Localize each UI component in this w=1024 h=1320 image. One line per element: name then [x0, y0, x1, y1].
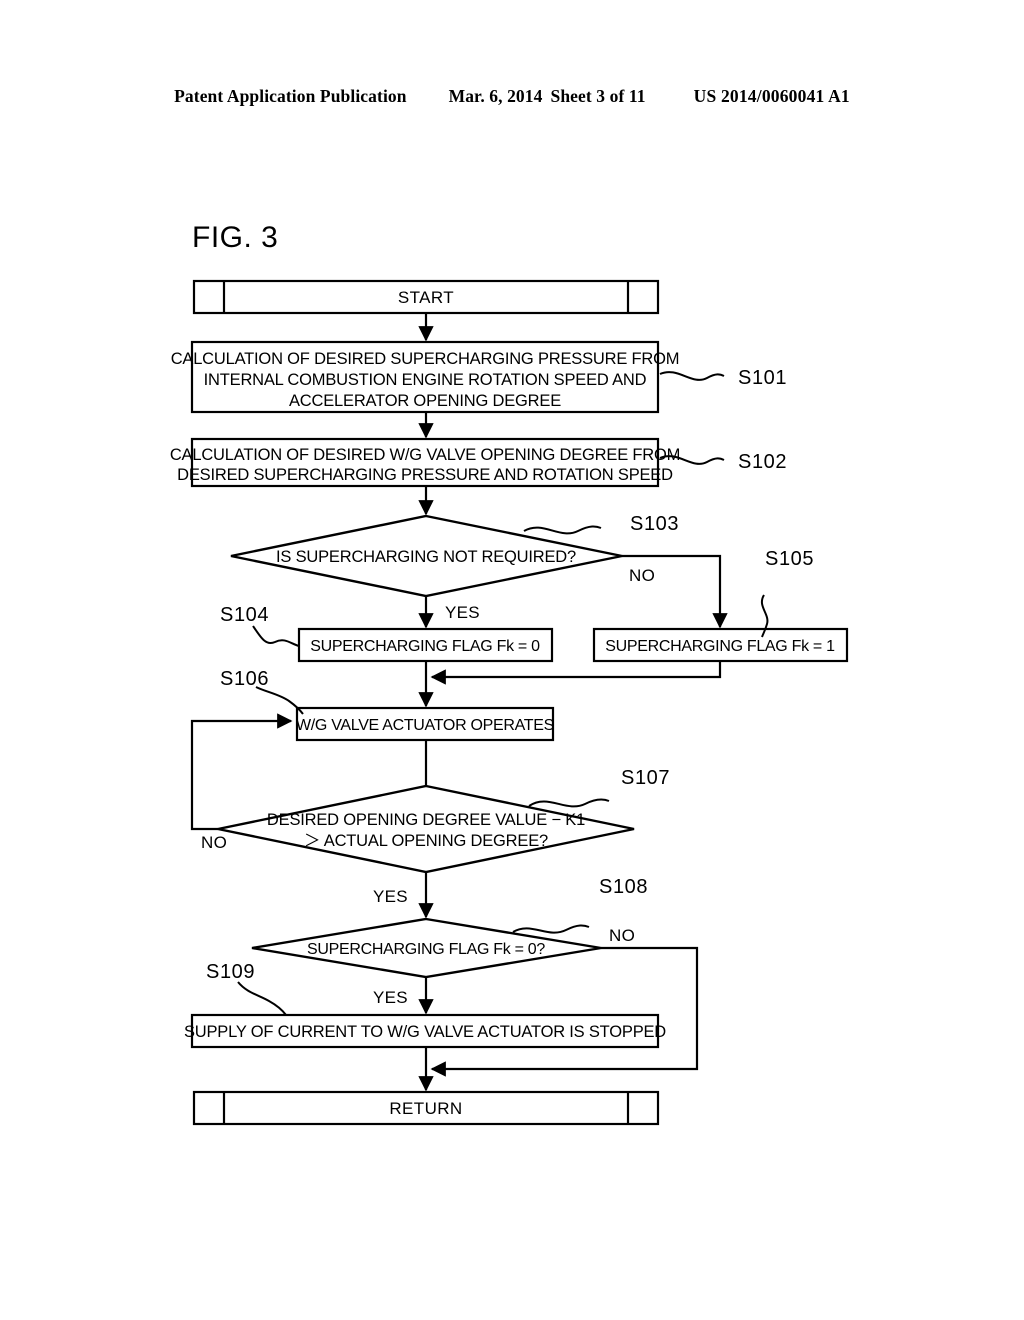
node-return-label: RETURN — [389, 1099, 462, 1118]
node-return: RETURN — [192, 1090, 660, 1126]
leader-s101 — [659, 371, 725, 381]
leader-s104 — [252, 625, 300, 647]
branch-label-s103-yes: YES — [445, 603, 480, 622]
step-label-s101: S101 — [738, 367, 787, 389]
node-s103-label: IS SUPERCHARGING NOT REQUIRED? — [276, 548, 576, 566]
node-s107-line-2: ＞ ACTUAL OPENING DEGREE? — [304, 832, 548, 850]
node-s104-label: SUPERCHARGING FLAG Fk = 0 — [310, 638, 540, 655]
branch-label-s107-no: NO — [201, 833, 227, 852]
node-s106-label: W/G VALVE ACTUATOR OPERATES — [296, 717, 554, 734]
connector-s105-merge — [430, 661, 722, 685]
step-label-s105: S105 — [765, 548, 814, 570]
branch-label-s103-no: NO — [629, 566, 655, 585]
leader-s108 — [512, 924, 590, 934]
node-s108: SUPERCHARGING FLAG Fk = 0? — [251, 917, 602, 979]
node-s102: CALCULATION OF DESIRED W/G VALVE OPENING… — [170, 437, 680, 488]
node-s105: SUPERCHARGING FLAG Fk = 1 — [592, 627, 849, 663]
node-s101-line-2: INTERNAL COMBUSTION ENGINE ROTATION SPEE… — [204, 371, 647, 389]
step-label-s107: S107 — [621, 767, 670, 789]
step-label-s103: S103 — [630, 513, 679, 535]
flowchart-diagram: START CALCULATION OF DESIRED SUPERCHARGI… — [170, 279, 849, 1126]
step-label-s106: S106 — [220, 668, 269, 690]
branch-label-s108-yes: YES — [373, 988, 408, 1007]
node-s105-label: SUPERCHARGING FLAG Fk = 1 — [605, 638, 835, 655]
step-label-s108: S108 — [599, 876, 648, 898]
node-s108-label: SUPERCHARGING FLAG Fk = 0? — [307, 941, 545, 958]
branch-label-s107-yes: YES — [373, 887, 408, 906]
node-s107-line-1: DESIRED OPENING DEGREE VALUE − K1 — [267, 811, 585, 829]
node-s107: DESIRED OPENING DEGREE VALUE − K1 ＞ ACTU… — [217, 784, 635, 874]
step-label-s102: S102 — [738, 451, 787, 473]
node-s103: IS SUPERCHARGING NOT REQUIRED? — [230, 514, 623, 598]
node-s101-line-1: CALCULATION OF DESIRED SUPERCHARGING PRE… — [171, 350, 680, 368]
leader-s109 — [237, 981, 287, 1016]
node-start: START — [192, 279, 660, 315]
node-s109: SUPPLY OF CURRENT TO W/G VALVE ACTUATOR … — [184, 1013, 667, 1049]
node-s101: CALCULATION OF DESIRED SUPERCHARGING PRE… — [171, 340, 680, 414]
leader-s107 — [528, 798, 610, 808]
node-s102-line-2: DESIRED SUPERCHARGING PRESSURE AND ROTAT… — [177, 466, 673, 484]
leader-s103 — [523, 525, 602, 535]
patent-page: Patent Application Publication Mar. 6, 2… — [0, 0, 1024, 1320]
node-s106: W/G VALVE ACTUATOR OPERATES — [295, 706, 554, 742]
step-label-s104: S104 — [220, 604, 269, 626]
node-s109-label: SUPPLY OF CURRENT TO W/G VALVE ACTUATOR … — [184, 1023, 666, 1041]
node-s102-line-1: CALCULATION OF DESIRED W/G VALVE OPENING… — [170, 446, 680, 464]
node-s104: SUPERCHARGING FLAG Fk = 0 — [297, 627, 554, 663]
step-label-s109: S109 — [206, 961, 255, 983]
node-start-label: START — [398, 288, 454, 307]
branch-label-s108-no: NO — [609, 926, 635, 945]
node-s101-line-3: ACCELERATOR OPENING DEGREE — [289, 392, 561, 410]
